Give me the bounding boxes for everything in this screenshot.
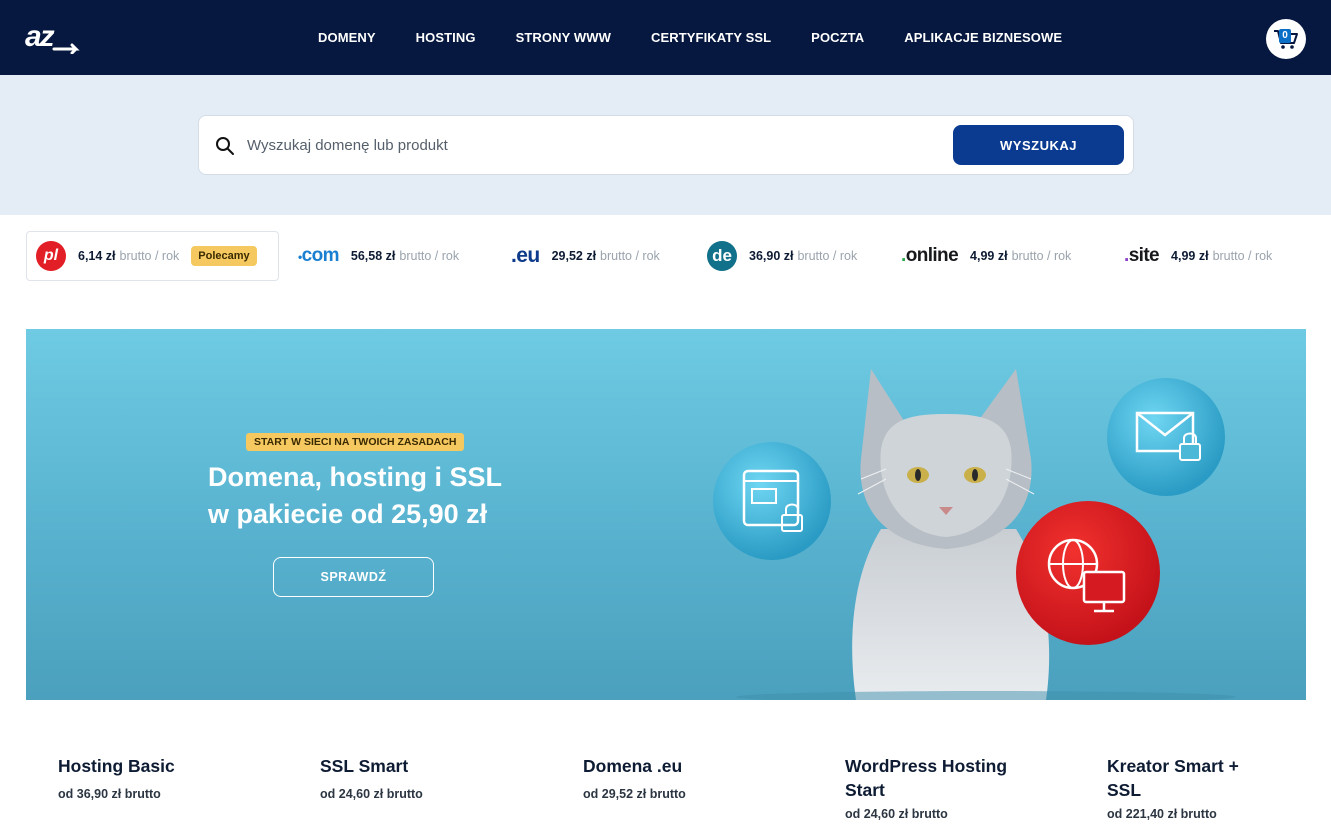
nav-poczta[interactable]: POCZTA <box>811 30 864 45</box>
nav-aplikacje-biznesowe[interactable]: APLIKACJE BIZNESOWE <box>904 30 1062 45</box>
promo-tag: START W SIECI NA TWOICH ZASADACH <box>246 433 465 451</box>
domain-price: 4,99 zł <box>1171 249 1209 263</box>
domain-item-com[interactable]: •com 56,58 zł brutto / rok <box>298 231 459 281</box>
product-name: WordPress Hosting Start <box>845 756 1008 800</box>
domain-price-unit: brutto / rok <box>1011 249 1072 263</box>
az-logo[interactable]: az <box>24 22 82 54</box>
domain-item-pl[interactable]: pl 6,14 zł brutto / rok Polecamy <box>26 231 279 281</box>
de-logo-icon: de <box>707 241 737 271</box>
site-logo-icon: .site <box>1124 245 1160 266</box>
cart-button[interactable]: 0 <box>1266 19 1306 59</box>
product-name: SSL Smart <box>320 756 409 776</box>
product-name: Hosting Basic <box>58 756 175 776</box>
product-card[interactable]: WordPress Hosting Start od 24,60 zł brut… <box>845 754 1015 821</box>
domain-price: 4,99 zł <box>970 249 1008 263</box>
domain-price: 29,52 zł <box>551 249 597 263</box>
product-card[interactable]: Kreator Smart + SSL od 221,40 zł brutto <box>1107 754 1257 821</box>
product-price: od 36,90 zł brutto <box>58 787 161 801</box>
search-section: WYSZUKAJ <box>0 75 1331 215</box>
search-box: WYSZUKAJ <box>198 115 1134 175</box>
product-name: Kreator Smart + SSL <box>1107 756 1239 800</box>
domain-price-unit: brutto / rok <box>797 249 858 263</box>
com-logo-icon: •com <box>298 245 339 266</box>
nav-strony-www[interactable]: STRONY WWW <box>516 30 611 45</box>
banner-title: Domena, hosting i SSL w pakiecie od 25,9… <box>208 462 502 529</box>
domain-price-unit: brutto / rok <box>399 249 460 263</box>
domain-price: 56,58 zł <box>350 249 396 263</box>
search-input[interactable] <box>247 129 937 161</box>
featured-products: Hosting Basic od 36,90 zł brutto SSL Sma… <box>58 754 1308 839</box>
eu-logo-icon: .eu <box>511 244 540 267</box>
svg-text:az: az <box>25 22 55 53</box>
search-button[interactable]: WYSZUKAJ <box>953 125 1124 165</box>
domain-price-unit: brutto / rok <box>1212 249 1273 263</box>
recommended-badge: Polecamy <box>191 246 257 266</box>
domain-price-unit: brutto / rok <box>600 249 660 263</box>
product-card[interactable]: Hosting Basic od 36,90 zł brutto <box>58 754 258 801</box>
nav-certyfikaty-ssl[interactable]: CERTYFIKATY SSL <box>651 30 771 45</box>
search-icon <box>216 137 234 155</box>
product-price: od 29,52 zł brutto <box>583 787 686 801</box>
product-price: od 221,40 zł brutto <box>1107 807 1217 821</box>
product-price: od 24,60 zł brutto <box>320 787 423 801</box>
domain-item-site[interactable]: .site 4,99 zł brutto / rok <box>1124 231 1272 281</box>
product-name: Domena .eu <box>583 756 683 776</box>
domain-price-unit: brutto / rok <box>119 249 180 263</box>
domain-price-strip: pl 6,14 zł brutto / rok Polecamy •com 56… <box>26 231 1306 281</box>
nav-hosting[interactable]: HOSTING <box>416 30 476 45</box>
top-header: az DOMENY HOSTING STRONY WWW CERTYFIKATY… <box>0 0 1331 75</box>
product-card[interactable]: Domena .eu od 29,52 zł brutto <box>583 754 783 801</box>
domain-price: 6,14 zł <box>78 249 116 263</box>
domain-item-eu[interactable]: .eu 29,52 zł brutto / rok <box>511 231 660 281</box>
nav-domeny[interactable]: DOMENY <box>318 30 376 45</box>
domain-item-online[interactable]: .online 4,99 zł brutto / rok <box>901 231 1071 281</box>
online-logo-icon: .online <box>901 245 959 266</box>
promo-banner[interactable]: START W SIECI NA TWOICH ZASADACH Domena,… <box>26 329 1306 700</box>
product-price: od 24,60 zł brutto <box>845 807 948 821</box>
cart-count-badge: 0 <box>1279 29 1291 43</box>
pl-logo-icon: pl <box>36 241 66 271</box>
domain-price: 36,90 zł <box>749 249 794 263</box>
cat-illustration <box>713 369 1236 700</box>
check-button[interactable]: SPRAWDŹ <box>273 557 434 597</box>
main-nav: DOMENY HOSTING STRONY WWW CERTYFIKATY SS… <box>298 0 1102 75</box>
domain-item-de[interactable]: de 36,90 zł brutto / rok <box>707 231 857 281</box>
product-card[interactable]: SSL Smart od 24,60 zł brutto <box>320 754 520 801</box>
